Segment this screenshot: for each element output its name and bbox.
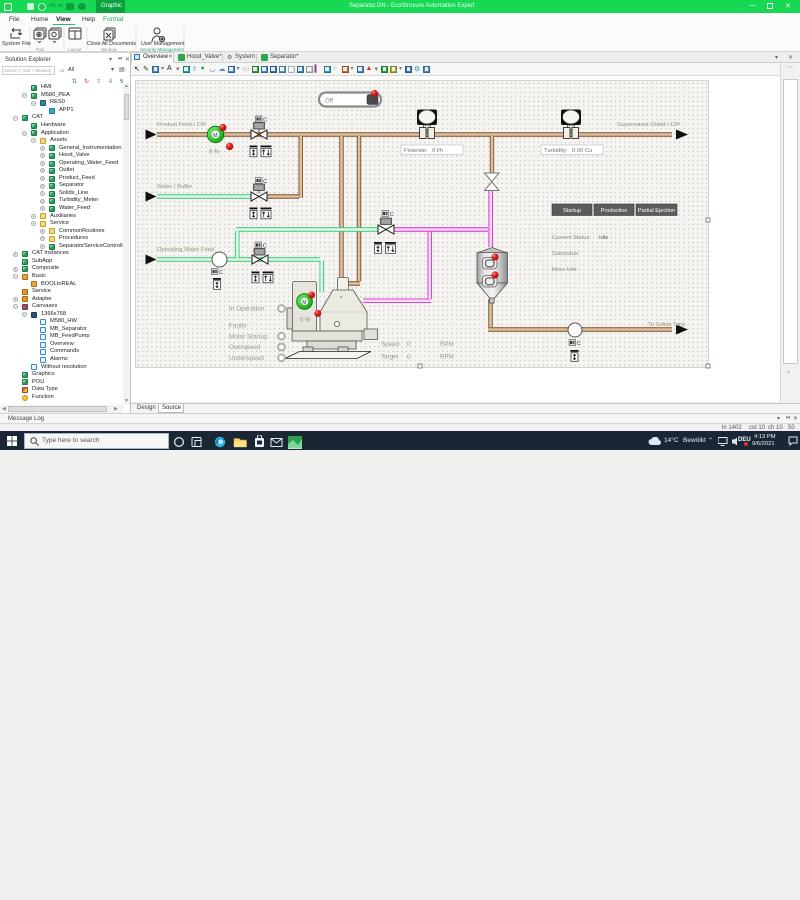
svg-text:M: M [213, 133, 217, 139]
svg-text:More Info:: More Info: [552, 267, 578, 273]
svg-text:In Operation: In Operation [229, 306, 265, 313]
svg-text:0.00 Cu: 0.00 Cu [572, 148, 592, 154]
svg-text:Substatus:: Substatus: [552, 251, 580, 257]
svg-text:Overspeed: Overspeed [229, 344, 261, 351]
svg-text:Partial Ejection: Partial Ejection [638, 208, 675, 214]
svg-text:Target: Target [381, 354, 398, 361]
svg-text:Water / Buffer: Water / Buffer [157, 184, 193, 190]
svg-text:Flowrate:: Flowrate: [404, 148, 428, 154]
svg-text:0 %: 0 % [209, 150, 220, 156]
svg-text:RPM: RPM [440, 354, 454, 361]
svg-text:Current Status:: Current Status: [552, 235, 591, 241]
svg-text:Speed: Speed [381, 341, 399, 348]
svg-text:Supernatant Outlet / CIP: Supernatant Outlet / CIP [617, 122, 680, 128]
svg-text:Turbidity:: Turbidity: [544, 148, 568, 154]
svg-text:Operating Water Feed: Operating Water Feed [157, 247, 214, 253]
svg-text:Faults: Faults [229, 323, 246, 330]
svg-text:0: 0 [407, 341, 411, 348]
svg-text:Product Feed / CIP: Product Feed / CIP [157, 122, 206, 128]
svg-text:Startup: Startup [563, 208, 581, 214]
svg-text:Off: Off [325, 99, 333, 105]
svg-text:RPM: RPM [440, 341, 454, 348]
svg-text:To Solids Tank: To Solids Tank [648, 322, 685, 328]
svg-text:M: M [302, 300, 306, 306]
svg-text:Production: Production [601, 208, 628, 214]
svg-text:0 %: 0 % [300, 318, 311, 324]
svg-text:Motor Startup: Motor Startup [229, 333, 268, 340]
svg-text:0: 0 [407, 354, 411, 361]
svg-text:Underspeed: Underspeed [229, 355, 264, 362]
svg-text:Idle: Idle [599, 235, 608, 241]
svg-text:0 l/h: 0 l/h [432, 148, 443, 154]
